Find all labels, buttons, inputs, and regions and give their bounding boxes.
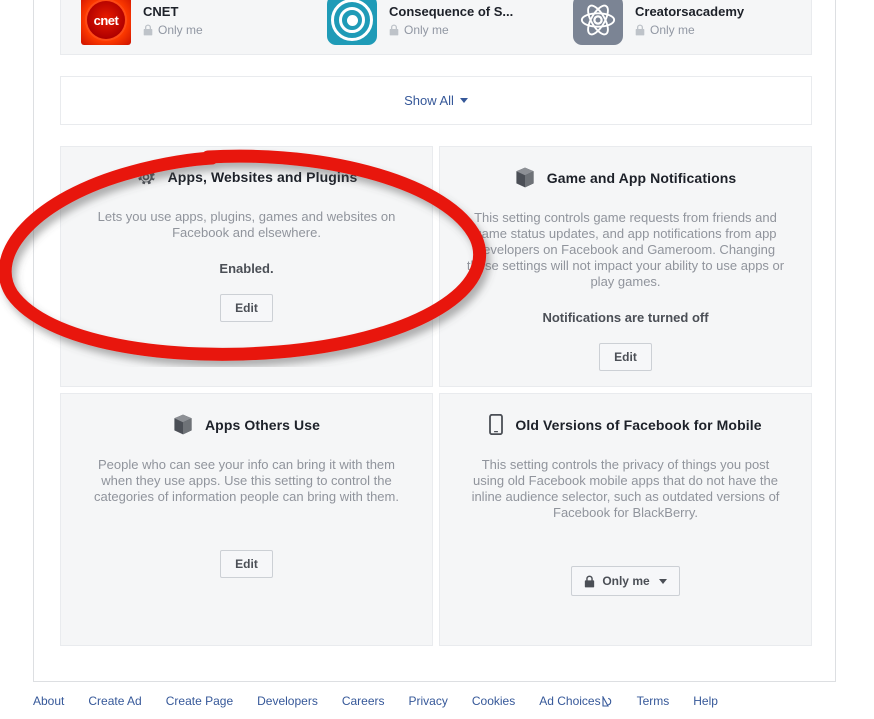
edit-button[interactable]: Edit bbox=[599, 343, 652, 371]
show-all-button[interactable]: Show All bbox=[404, 93, 468, 108]
card-status: Notifications are turned off bbox=[542, 310, 709, 325]
app-tile-cnet[interactable]: cnet CNET Only me bbox=[61, 0, 298, 54]
show-all-label: Show All bbox=[404, 93, 454, 108]
lock-icon bbox=[143, 24, 153, 36]
footer-link-about[interactable]: About bbox=[33, 694, 64, 708]
card-header: Old Versions of Facebook for Mobile bbox=[462, 414, 789, 435]
card-description: This setting controls the privacy of thi… bbox=[471, 457, 780, 520]
card-title: Old Versions of Facebook for Mobile bbox=[515, 416, 762, 433]
cnet-icon: cnet bbox=[81, 0, 131, 45]
card-title: Apps Others Use bbox=[204, 416, 321, 433]
card-old-versions-of-facebook-for-mobile: Old Versions of Facebook for Mobile This… bbox=[439, 393, 812, 646]
footer-link-ad-choices[interactable]: Ad Choices bbox=[539, 694, 612, 708]
card-game-and-app-notifications: Game and App Notifications This setting … bbox=[439, 146, 812, 387]
audience-selector-label: Only me bbox=[602, 574, 650, 588]
app-name: Consequence of S... bbox=[389, 3, 514, 19]
card-actions: Only me bbox=[462, 566, 789, 596]
card-actions: Edit bbox=[83, 294, 410, 322]
cube-icon bbox=[515, 167, 535, 188]
app-privacy-label: Only me bbox=[158, 22, 203, 37]
app-privacy: Only me bbox=[143, 23, 203, 38]
app-privacy: Only me bbox=[635, 23, 744, 38]
app-tile-creatorsacademy[interactable]: Creatorsacademy Only me bbox=[553, 0, 790, 54]
footer-link-help[interactable]: Help bbox=[693, 694, 718, 708]
footer-link-create-ad[interactable]: Create Ad bbox=[88, 694, 141, 708]
card-description: This setting controls game requests from… bbox=[466, 210, 785, 289]
settings-container: cnet CNET Only me Consequence of S... On… bbox=[33, 0, 836, 682]
page-root: cnet CNET Only me Consequence of S... On… bbox=[0, 0, 874, 719]
footer-link-terms[interactable]: Terms bbox=[637, 694, 670, 708]
lock-icon bbox=[635, 24, 645, 36]
footer-links: About Create Ad Create Page Developers C… bbox=[33, 694, 718, 708]
consequence-of-sound-icon bbox=[327, 0, 377, 45]
app-meta: Consequence of S... Only me bbox=[389, 3, 513, 38]
card-header: Apps, Websites and Plugins bbox=[83, 167, 410, 187]
card-apps-websites-and-plugins: Apps, Websites and Plugins Lets you use … bbox=[60, 146, 433, 387]
card-apps-others-use: Apps Others Use People who can see your … bbox=[60, 393, 433, 646]
card-status: Enabled. bbox=[219, 261, 274, 276]
gear-icon bbox=[136, 167, 156, 187]
footer-link-cookies[interactable]: Cookies bbox=[472, 694, 515, 708]
edit-button[interactable]: Edit bbox=[220, 294, 273, 322]
lock-icon bbox=[584, 575, 595, 588]
card-title: Game and App Notifications bbox=[546, 169, 737, 186]
cube-icon bbox=[173, 414, 193, 435]
card-actions: Edit bbox=[83, 550, 410, 578]
apps-grid: cnet CNET Only me Consequence of S... On… bbox=[61, 0, 811, 54]
app-tile-consequence-of-sound[interactable]: Consequence of S... Only me bbox=[307, 0, 544, 54]
card-header: Game and App Notifications bbox=[462, 167, 789, 188]
footer-link-careers[interactable]: Careers bbox=[342, 694, 385, 708]
app-name: Creatorsacademy bbox=[635, 3, 745, 19]
app-name: CNET bbox=[143, 3, 179, 19]
app-privacy-label: Only me bbox=[650, 22, 695, 37]
apps-list-panel: cnet CNET Only me Consequence of S... On… bbox=[60, 0, 812, 55]
chevron-down-icon bbox=[658, 578, 667, 584]
card-header: Apps Others Use bbox=[83, 414, 410, 435]
show-all-row: Show All bbox=[60, 76, 812, 125]
footer-link-create-page[interactable]: Create Page bbox=[166, 694, 233, 708]
adchoices-icon bbox=[602, 695, 613, 707]
lock-icon bbox=[389, 24, 399, 36]
card-title: Apps, Websites and Plugins bbox=[167, 169, 358, 185]
chevron-down-icon bbox=[459, 98, 468, 103]
settings-cards-grid: Apps, Websites and Plugins Lets you use … bbox=[60, 146, 812, 646]
creatorsacademy-icon bbox=[573, 0, 623, 45]
card-description: Lets you use apps, plugins, games and we… bbox=[97, 209, 396, 240]
app-meta: Creatorsacademy Only me bbox=[635, 3, 744, 38]
footer-link-developers[interactable]: Developers bbox=[257, 694, 318, 708]
audience-selector-button[interactable]: Only me bbox=[571, 566, 680, 596]
mobile-icon bbox=[489, 414, 504, 435]
app-privacy: Only me bbox=[389, 23, 513, 38]
app-meta: CNET Only me bbox=[143, 3, 203, 38]
app-privacy-label: Only me bbox=[404, 22, 449, 37]
footer-link-privacy[interactable]: Privacy bbox=[409, 694, 448, 708]
card-description: People who can see your info can bring i… bbox=[94, 457, 399, 504]
footer-link-ad-choices-label: Ad Choices bbox=[539, 694, 601, 708]
card-actions: Edit bbox=[462, 343, 789, 371]
edit-button[interactable]: Edit bbox=[220, 550, 273, 578]
